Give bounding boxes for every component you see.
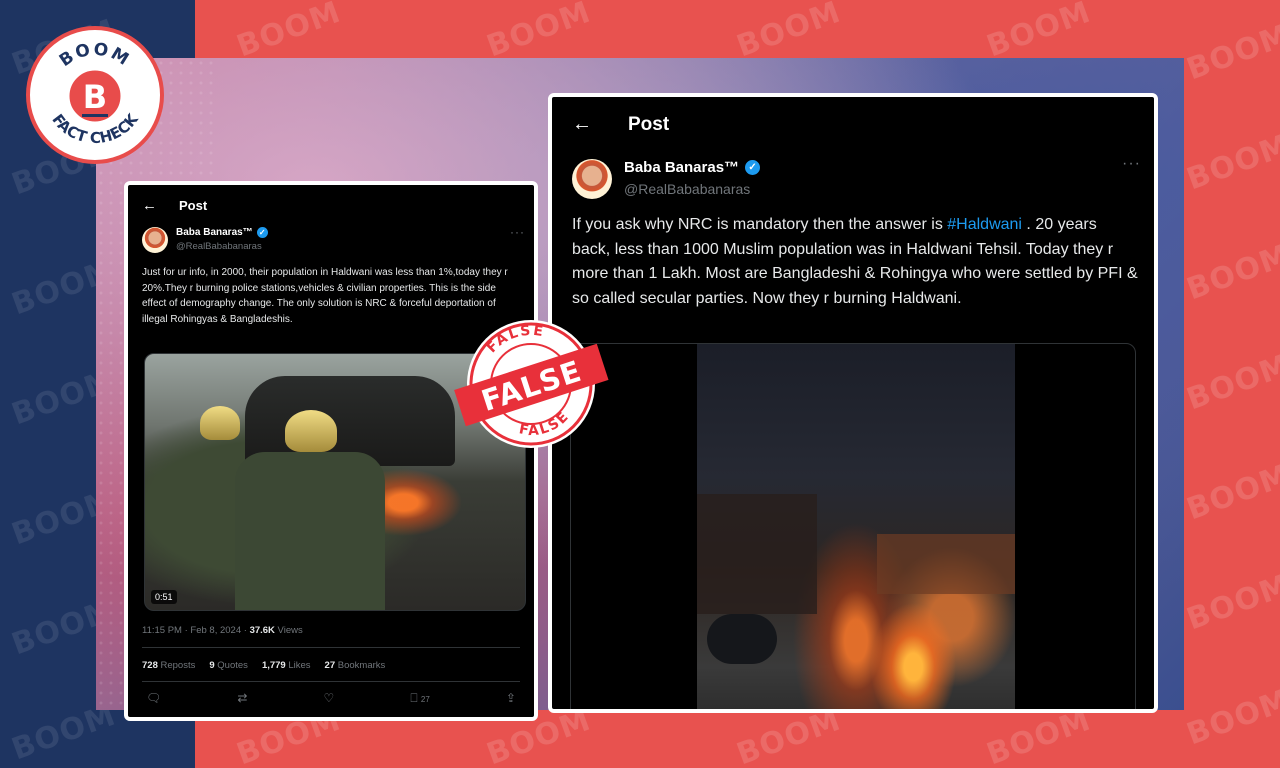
helmet	[285, 410, 337, 452]
views-label: Views	[274, 625, 303, 636]
video-frame	[697, 344, 1015, 709]
divider	[142, 681, 520, 682]
author-handle[interactable]: @RealBababanaras	[624, 181, 750, 197]
video-duration: 0:51	[151, 590, 177, 604]
timestamp-text: 11:15 PM · Feb 8, 2024 ·	[142, 625, 250, 636]
tweet-text-part: If you ask why NRC is mandatory then the…	[572, 216, 948, 233]
right-tweet-card: ← Post Baba Banaras™ ✓ @RealBababanaras …	[548, 93, 1158, 713]
like-icon[interactable]: ♡	[323, 691, 334, 706]
bookmark-count: 27	[420, 695, 430, 704]
author-name[interactable]: Baba Banaras™	[176, 227, 253, 238]
bookmark-icon[interactable]: ⎕ 27	[410, 691, 429, 706]
soldier-silhouette	[235, 452, 385, 610]
tweet-actions: 🗨 ⇄ ♡ ⎕ 27 ⇪	[146, 691, 516, 706]
false-stamp: FALSE FALSE FALSE	[452, 316, 610, 452]
vehicle-silhouette	[707, 614, 777, 664]
tweet-video[interactable]	[570, 343, 1136, 709]
repost-icon[interactable]: ⇄	[237, 691, 247, 706]
tweet-stats: 728 Reposts 9 Quotes 1,779 Likes 27 Book…	[142, 660, 385, 671]
post-header-title: Post	[628, 113, 670, 135]
more-options-icon[interactable]: ···	[510, 225, 525, 239]
post-header-title: Post	[179, 198, 208, 213]
likes-stat[interactable]: 1,779 Likes	[262, 660, 311, 671]
verified-badge-icon: ✓	[256, 227, 268, 238]
avatar[interactable]	[142, 227, 168, 253]
logo-top-text: BOOM	[56, 39, 132, 71]
building-silhouette	[697, 494, 817, 614]
reposts-stat[interactable]: 728 Reposts	[142, 660, 195, 671]
avatar[interactable]	[572, 159, 612, 199]
logo-letter: B	[83, 78, 107, 116]
more-options-icon[interactable]: ···	[1122, 155, 1141, 173]
divider	[142, 647, 520, 648]
helmet	[200, 406, 240, 440]
quotes-stat[interactable]: 9 Quotes	[209, 660, 248, 671]
bookmarks-stat[interactable]: 27 Bookmarks	[325, 660, 386, 671]
author-name[interactable]: Baba Banaras™	[624, 159, 739, 176]
share-icon[interactable]: ⇪	[506, 691, 516, 706]
tweet-text: If you ask why NRC is mandatory then the…	[572, 213, 1138, 311]
building-silhouette	[877, 534, 1015, 594]
back-arrow-icon[interactable]: ←	[572, 113, 592, 136]
views-count: 37.6K	[249, 625, 275, 636]
tweet-timestamp: 11:15 PM · Feb 8, 2024 · 37.6K Views	[142, 625, 303, 636]
reply-icon[interactable]: 🗨	[146, 691, 161, 706]
hashtag-link[interactable]: #Haldwani	[947, 216, 1022, 233]
svg-text:BOOM: BOOM	[56, 39, 134, 71]
verified-badge-icon: ✓	[745, 160, 761, 175]
back-arrow-icon[interactable]: ←	[142, 197, 157, 214]
author-handle[interactable]: @RealBababanaras	[176, 241, 262, 252]
boom-fact-check-logo: BOOM B FACT CHECK	[26, 26, 164, 164]
